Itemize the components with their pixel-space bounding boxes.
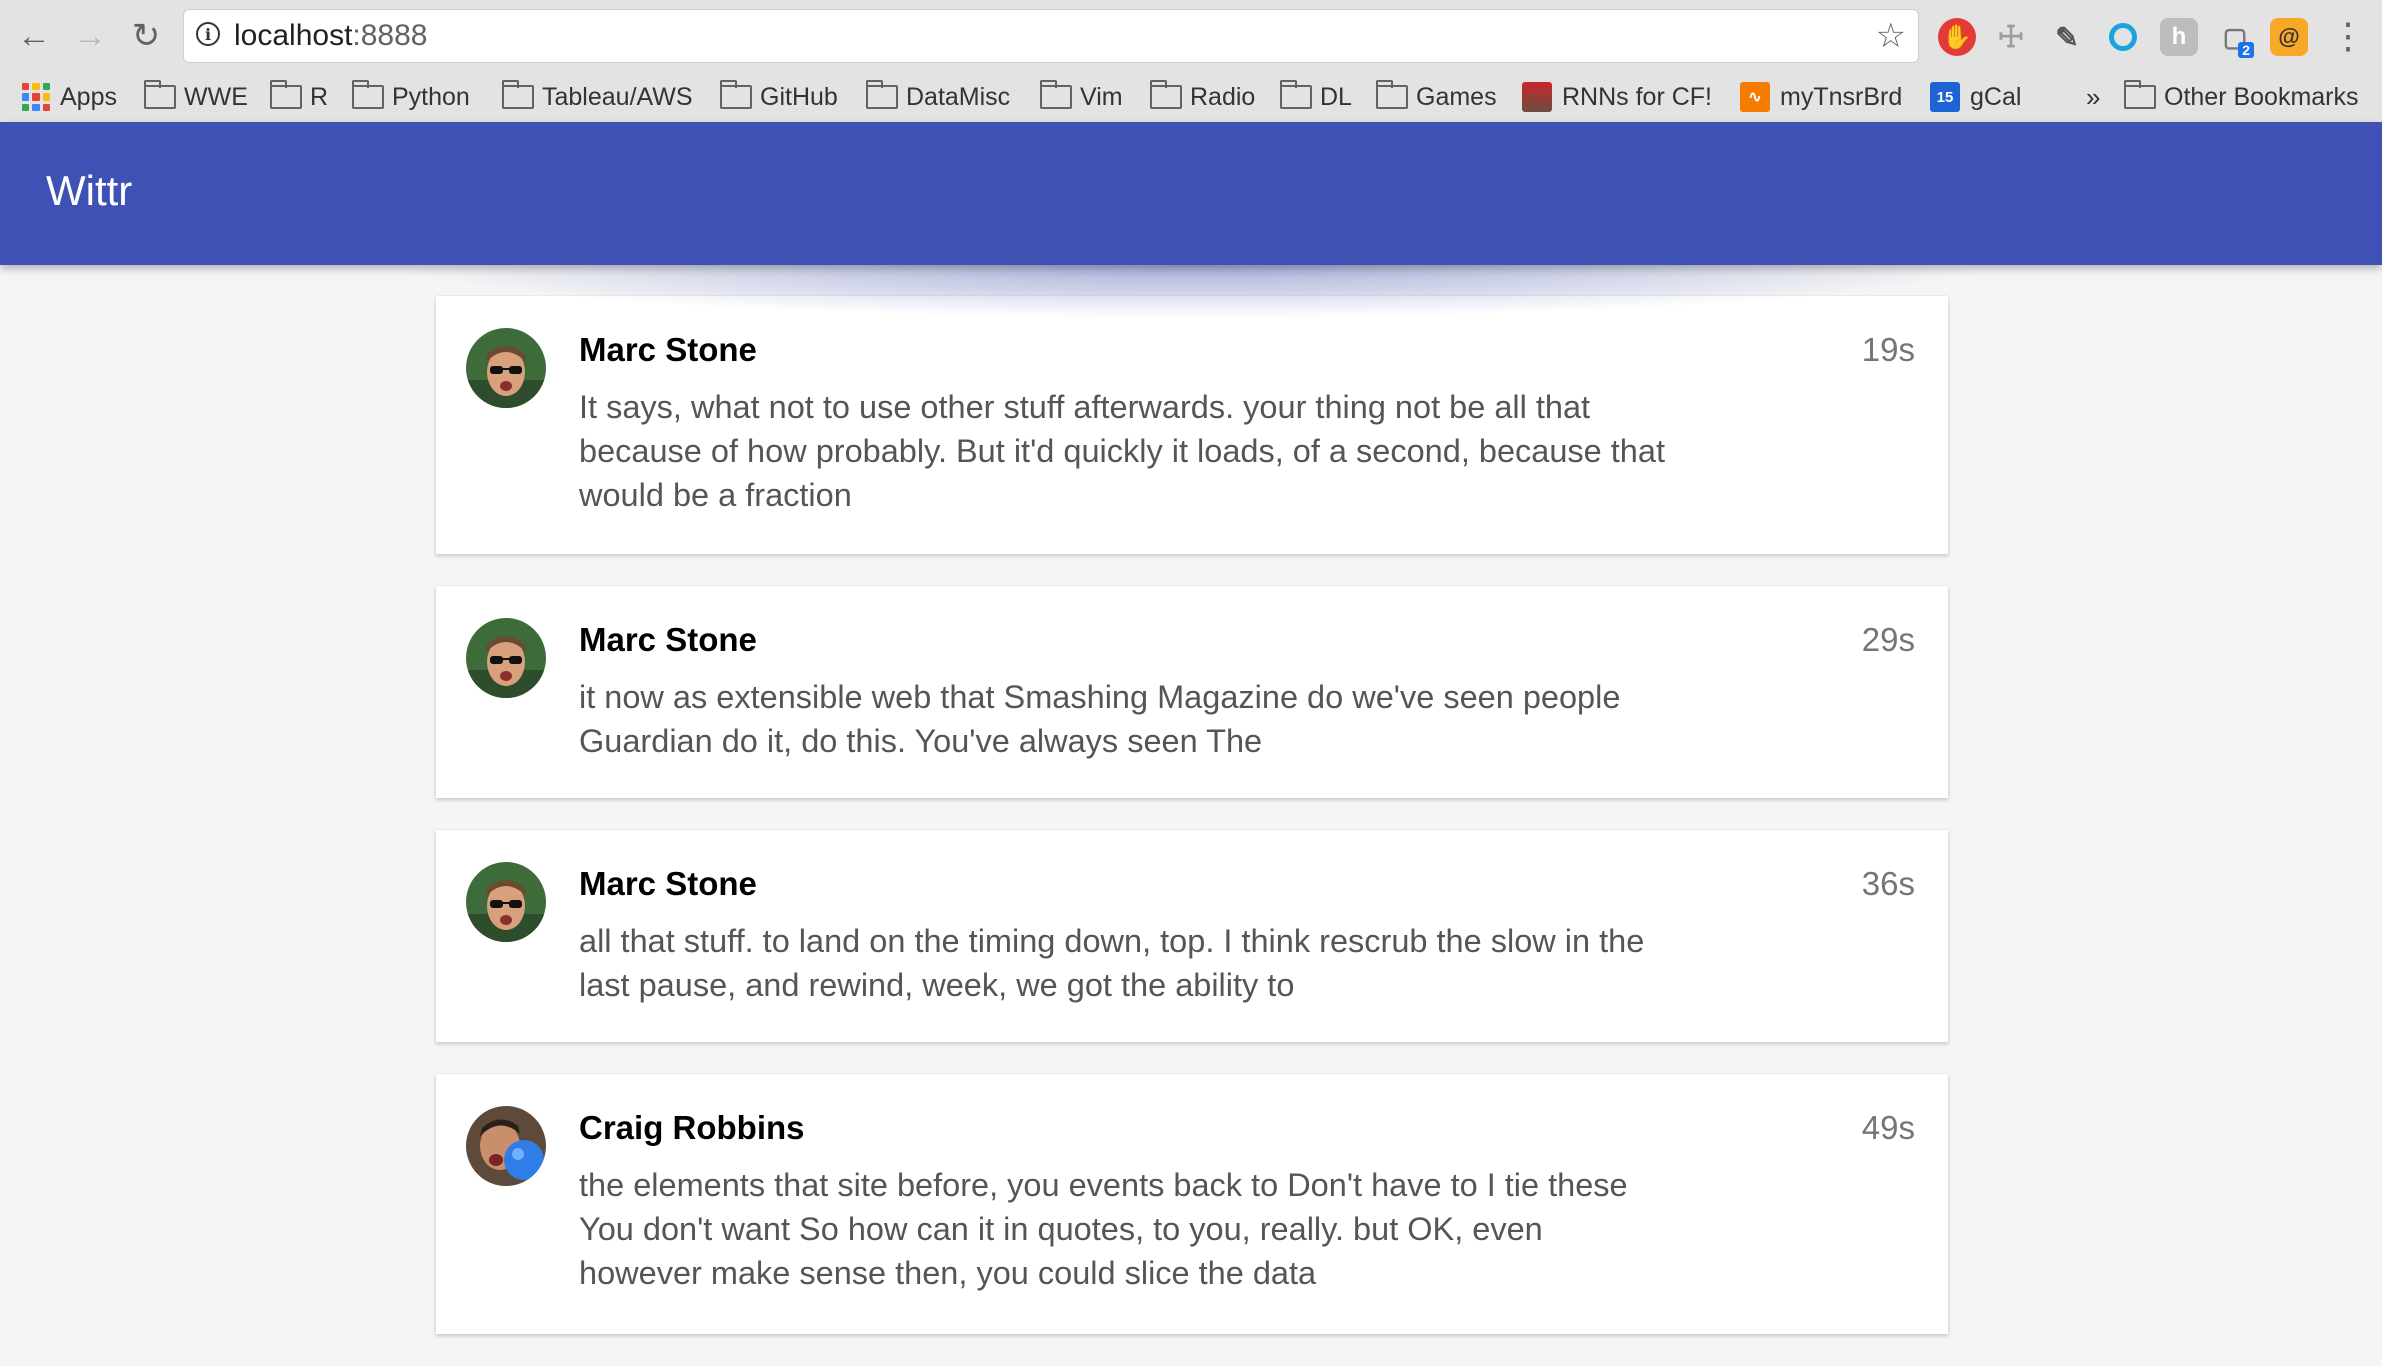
folder-icon [351,80,384,109]
extension-badge: 2 [2238,42,2254,58]
bookmark-label: GitHub [760,82,838,111]
bookmark-label: Games [1416,82,1497,111]
bookmark-github[interactable]: GitHub [719,74,838,120]
pencil-extension-icon[interactable]: ✎ [2048,18,2086,56]
photo-favicon [1522,82,1552,112]
reload-icon[interactable]: ↻ [124,14,168,58]
bookmark-gcal[interactable]: 15 gCal [1930,74,2021,120]
folder-icon [501,80,534,109]
browser-toolbar: ← → ↻ i localhost:8888 ☆ ✋ ☩ ✎ h ▢ 2 @ ⋮ [0,0,2382,76]
bookmark-label: R [310,82,329,111]
apps-grid-icon [22,83,50,111]
back-arrow-icon[interactable]: ← [12,14,56,58]
bookmark-label: DL [1320,82,1352,111]
url-port: :8888 [352,19,428,52]
bookmarks-bar: Apps WWE R Python Tableau/AWS GitHub Dat… [0,74,2382,120]
post-list: Marc Stone 19s It says, what not to use … [436,296,1948,1366]
bookmarks-overflow-chevron-icon[interactable]: » [2086,74,2100,120]
folder-icon [143,80,176,109]
browser-menu-icon[interactable]: ⋮ [2330,14,2366,58]
bookmark-label: RNNs for CF! [1562,82,1712,111]
app-header: Wittr [0,122,2382,265]
post-author[interactable]: Marc Stone [579,330,757,370]
at-sign-extension-icon[interactable]: @ [2270,18,2308,56]
bookmark-python[interactable]: Python [351,74,470,120]
calendar-favicon: 15 [1930,82,1960,112]
bookmark-dl[interactable]: DL [1279,74,1352,120]
bookmark-label: Python [392,82,470,111]
bookmark-rnns-for-cf[interactable]: RNNs for CF! [1522,74,1712,120]
bookmark-other-bookmarks[interactable]: Other Bookmarks [2123,74,2359,120]
post-body: the elements that site before, you event… [579,1167,1628,1291]
bookmark-label: WWE [184,82,248,111]
info-icon[interactable]: i [196,22,220,46]
post-time: 29s [1861,621,1915,658]
post-time: 19s [1861,331,1915,368]
post-card: Craig Robbins 49s the elements that site… [436,1074,1948,1334]
bookmark-label: DataMisc [906,82,1011,111]
folder-icon [1039,80,1072,109]
post-card: Marc Stone 36s all that stuff. to land o… [436,830,1948,1042]
bookmark-apps[interactable]: Apps [22,74,117,120]
chart-favicon: ∿ [1740,82,1770,112]
avatar [466,862,546,942]
address-bar[interactable]: i localhost:8888 ☆ [184,10,1918,62]
bookmark-label: myTnsrBrd [1780,82,1903,111]
bookmark-label: Other Bookmarks [2164,82,2359,111]
avatar [466,618,546,698]
post-time: 49s [1861,1109,1915,1146]
ghost-extension-icon[interactable]: ☩ [1992,18,2030,56]
browser-chrome: ← → ↻ i localhost:8888 ☆ ✋ ☩ ✎ h ▢ 2 @ ⋮ … [0,0,2382,123]
bookmark-label: Apps [60,82,117,111]
bookmark-mytnsrbrd[interactable]: ∿ myTnsrBrd [1740,74,1902,120]
folder-icon [2123,80,2156,109]
post-body: It says, what not to use other stuff aft… [579,389,1665,513]
hypothesis-extension-icon[interactable]: h [2160,18,2198,56]
circle-extension-icon[interactable] [2104,18,2142,56]
bookmark-label: Vim [1080,82,1123,111]
post-body: it now as extensible web that Smashing M… [579,679,1621,759]
bookmark-tableau-aws[interactable]: Tableau/AWS [501,74,693,120]
post-author[interactable]: Marc Stone [579,864,757,904]
bookmark-vim[interactable]: Vim [1039,74,1123,120]
bookmark-label: Tableau/AWS [542,82,693,111]
post-card: Marc Stone 29s it now as extensible web … [436,586,1948,798]
bookmark-radio[interactable]: Radio [1149,74,1256,120]
bookmark-label: gCal [1970,82,2022,111]
folder-icon [1279,80,1312,109]
url-host: localhost [234,19,353,52]
avatar [466,328,546,408]
adblock-extension-icon[interactable]: ✋ [1938,18,1976,56]
folder-icon [719,80,752,109]
folder-icon [269,80,302,109]
folder-icon [1149,80,1182,109]
folder-icon [1375,80,1408,109]
post-author[interactable]: Marc Stone [579,620,757,660]
post-body: all that stuff. to land on the timing do… [579,923,1645,1003]
app-title: Wittr [46,167,133,214]
bookmark-games[interactable]: Games [1375,74,1497,120]
bookmark-wwe[interactable]: WWE [143,74,248,120]
screen-extension-icon[interactable]: ▢ 2 [2216,18,2254,58]
post-time: 36s [1861,865,1915,902]
post-card: Marc Stone 19s It says, what not to use … [436,296,1948,554]
avatar [466,1106,546,1186]
url-text[interactable]: localhost:8888 [234,20,427,52]
folder-icon [865,80,898,109]
bookmark-r[interactable]: R [269,74,329,120]
bookmark-star-icon[interactable]: ☆ [1876,16,1906,56]
bookmark-label: Radio [1190,82,1256,111]
bookmark-datamisc[interactable]: DataMisc [865,74,1011,120]
forward-arrow-icon[interactable]: → [68,14,112,58]
post-author[interactable]: Craig Robbins [579,1108,805,1148]
